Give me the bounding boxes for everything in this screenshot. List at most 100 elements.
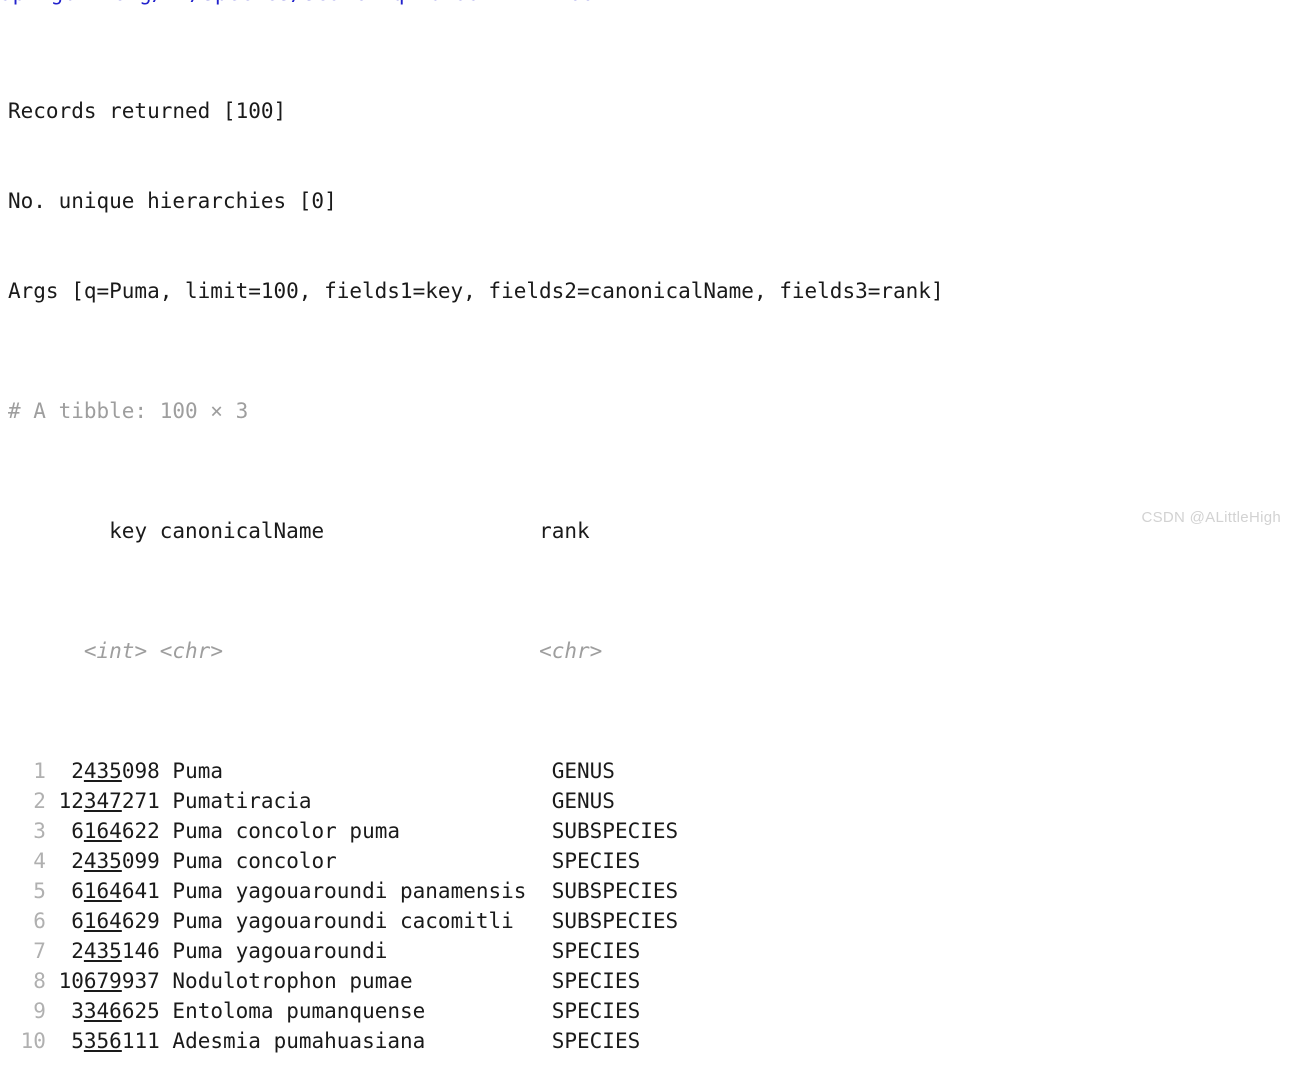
name-rank-gap [539,789,552,813]
table-type-row: <int> <chr> <chr> [8,636,1293,666]
row-number: 9 [8,999,59,1023]
key-leading-pad [59,849,72,873]
table-row: 3 6164622 Puma concolor puma SUBSPECIES [8,816,1293,846]
key-thousands-group: 164 [83,879,122,903]
key-suffix: 937 [121,969,160,993]
column-type-key: <int> [45,639,148,663]
name-rank-gap [539,999,552,1023]
cell-rank: SUBSPECIES [551,879,679,903]
cell-key: 10679937 [59,969,160,993]
key-name-gap [160,849,173,873]
key-suffix: 271 [121,789,160,813]
cell-canonical-name: Puma concolor [172,849,540,873]
key-thousands-group: 679 [83,969,122,993]
header-line-records: Records returned [100] [8,99,287,123]
cell-canonical-name: Adesmia pumahuasiana [172,1029,540,1053]
key-prefix: 3 [71,999,84,1023]
cell-key: 6164629 [71,909,160,933]
key-name-gap [160,759,173,783]
column-header-rank: rank [539,519,590,543]
cell-rank: GENUS [551,759,615,783]
cell-key: 6164622 [71,819,160,843]
name-rank-gap [539,819,552,843]
key-prefix: 2 [71,759,84,783]
cell-canonical-name: Puma yagouaroundi [172,939,540,963]
key-name-gap [160,939,173,963]
key-thousands-group: 164 [83,819,122,843]
gap-3 [147,639,160,663]
cell-canonical-name: Puma [172,759,540,783]
cell-rank: SPECIES [551,969,641,993]
table-row: 7 2435146 Puma yagouaroundi SPECIES [8,936,1293,966]
table-row: 5 6164641 Puma yagouaroundi panamensis S… [8,876,1293,906]
gap-2 [526,519,539,543]
cell-rank: SPECIES [551,1029,641,1053]
cell-key: 5356111 [71,1029,160,1053]
row-number: 8 [8,969,59,993]
type-pad-rownum [8,639,46,663]
key-prefix: 2 [71,849,84,873]
cell-rank: SPECIES [551,999,641,1023]
key-leading-pad [59,819,72,843]
key-name-gap [160,999,173,1023]
tibble-summary-line: # A tibble: 100 × 3 [8,399,249,423]
row-number: 6 [8,909,59,933]
cell-rank: SUBSPECIES [551,819,679,843]
name-rank-gap [539,909,552,933]
cell-key: 2435099 [71,849,160,873]
cell-key: 2435098 [71,759,160,783]
table-row: 4 2435099 Puma concolor SPECIES [8,846,1293,876]
table-row: 1 2435098 Puma GENUS [8,756,1293,786]
column-header-canonicalname: canonicalName [159,519,527,543]
key-leading-pad [59,1029,72,1053]
cell-canonical-name: Puma concolor puma [172,819,540,843]
r-console-output: api.gbif.org/v1/species/search?q=Puma&li… [0,0,1293,1053]
row-number: 5 [8,879,59,903]
cell-rank: GENUS [551,789,615,813]
row-number: 3 [8,819,59,843]
name-rank-gap [539,759,552,783]
table-row: 8 10679937 Nodulotrophon pumae SPECIES [8,966,1293,996]
key-thousands-group: 346 [83,999,122,1023]
key-suffix: 629 [121,909,160,933]
cell-rank: SPECIES [551,939,641,963]
key-prefix: 6 [71,879,84,903]
column-type-canonicalname: <chr> [159,639,527,663]
key-thousands-group: 435 [83,759,122,783]
key-thousands-group: 347 [83,789,122,813]
column-header-key: key [45,519,148,543]
row-number: 2 [8,789,59,813]
name-rank-gap [539,1029,552,1053]
cell-key: 6164641 [71,879,160,903]
key-thousands-group: 164 [83,909,122,933]
key-name-gap [160,819,173,843]
key-prefix: 10 [58,969,84,993]
table-header-row: key canonicalName rank [8,516,1293,546]
key-prefix: 2 [71,939,84,963]
name-rank-gap [539,939,552,963]
table-row: 6 6164629 Puma yagouaroundi cacomitli SU… [8,906,1293,936]
csdn-watermark: CSDN @ALittleHigh [1141,509,1281,526]
cell-key: 12347271 [59,789,160,813]
key-prefix: 6 [71,909,84,933]
key-suffix: 641 [121,879,160,903]
cell-canonical-name: Nodulotrophon pumae [172,969,540,993]
row-number: 4 [8,849,59,873]
table-rows-container: 1 2435098 Puma GENUS 2 12347271 Pumatira… [8,756,1293,1056]
gap-4 [526,639,539,663]
key-suffix: 146 [121,939,160,963]
name-rank-gap [539,969,552,993]
cell-key: 3346625 [71,999,160,1023]
cell-canonical-name: Entoloma pumanquense [172,999,540,1023]
key-suffix: 098 [121,759,160,783]
key-name-gap [160,789,173,813]
key-name-gap [160,909,173,933]
key-suffix: 625 [121,999,160,1023]
cell-rank: SUBSPECIES [551,909,679,933]
key-leading-pad [59,939,72,963]
key-leading-pad [59,879,72,903]
key-prefix: 12 [58,789,84,813]
key-thousands-group: 435 [83,849,122,873]
key-suffix: 622 [121,819,160,843]
key-prefix: 5 [71,1029,84,1053]
